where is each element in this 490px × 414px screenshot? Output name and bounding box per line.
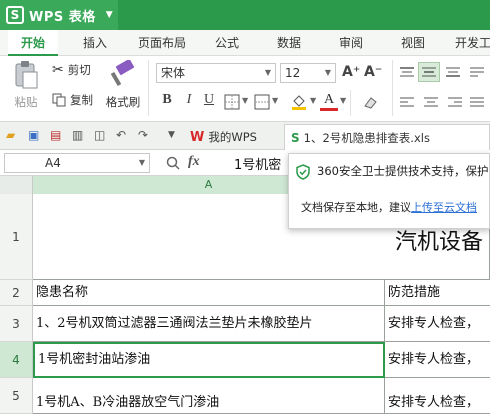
print-preview-icon[interactable]: ◫ <box>94 128 105 142</box>
popup-message: 360安全卫士提供技术支持，保护 <box>317 164 489 178</box>
menu-bar: 开始 插入 页面布局 公式 数据 审阅 视图 开发工 <box>0 30 490 56</box>
tab-review[interactable]: 审阅 <box>328 30 374 56</box>
font-name-select[interactable]: 宋体 ▼ <box>156 63 276 83</box>
font-name-value: 宋体 <box>161 66 186 80</box>
undo-icon[interactable]: ↶ <box>116 128 126 142</box>
tab-document-label: 1、2号机隐患排查表.xls <box>303 130 430 145</box>
align-middle-button[interactable] <box>418 62 440 82</box>
upload-cloud-link[interactable]: 上传至云文档 <box>411 201 477 214</box>
app-menu-button[interactable]: S WPS 表格 ▼ <box>0 0 118 30</box>
align-bottom-icon[interactable] <box>444 66 462 80</box>
wrap-text-icon[interactable] <box>468 66 486 80</box>
cell-a2[interactable]: 隐患名称 <box>33 280 385 306</box>
row-header-1[interactable]: 1 <box>0 194 33 280</box>
row-header-2[interactable]: 2 <box>0 280 33 306</box>
chevron-down-icon[interactable]: ▼ <box>272 96 278 105</box>
redo-icon[interactable]: ↷ <box>138 128 148 142</box>
scissors-icon: ✂ <box>52 62 64 78</box>
ribbon-divider <box>148 60 149 116</box>
popup-cloud-hint: 文档保存至本地，建议上传至云文档 <box>301 199 477 215</box>
cell-a3[interactable]: 1、2号机双筒过滤器三通阀法兰垫片未橡胶垫片 <box>33 306 385 342</box>
tab-insert[interactable]: 插入 <box>72 30 118 56</box>
cell-b5[interactable]: 安排专人检查， <box>385 378 490 414</box>
font-size-select[interactable]: 12 ▼ <box>280 63 336 83</box>
cell-a4-active[interactable]: 1号机密封油站渗油 <box>33 342 385 378</box>
chevron-down-icon: ▼ <box>264 68 271 77</box>
align-left-icon[interactable] <box>398 96 416 110</box>
chevron-down-icon[interactable]: ▼ <box>340 96 346 105</box>
row-header-5[interactable]: 5 <box>0 378 33 414</box>
chevron-down-icon: ▼ <box>138 158 145 167</box>
cell-b3[interactable]: 安排专人检查， <box>385 306 490 342</box>
save-icon[interactable]: ▣ <box>28 128 39 142</box>
bold-button[interactable]: B <box>158 92 176 108</box>
cell-b2[interactable]: 防范措施 <box>385 280 490 306</box>
ribbon-divider <box>350 90 351 116</box>
fill-color-icon[interactable] <box>290 93 308 111</box>
formula-input[interactable]: 1号机密 <box>234 154 281 173</box>
align-right-icon[interactable] <box>446 96 464 110</box>
underline-button[interactable]: U <box>200 92 218 108</box>
italic-button[interactable]: I <box>180 92 198 108</box>
font-color-button[interactable]: A <box>320 92 338 111</box>
print-icon[interactable]: ▥ <box>72 128 83 142</box>
format-painter-button[interactable]: 格式刷 <box>104 60 142 116</box>
merge-cells-icon[interactable] <box>254 94 270 110</box>
app-title: WPS 表格 <box>29 9 96 25</box>
export-pdf-icon[interactable]: ▤ <box>50 128 61 142</box>
ribbon-divider <box>392 60 393 116</box>
popup-hint-text: 文档保存至本地，建议 <box>301 201 411 214</box>
chevron-down-icon: ▼ <box>105 10 113 20</box>
chevron-down-icon[interactable]: ▼ <box>242 96 248 105</box>
tab-developer[interactable]: 开发工 <box>448 30 490 56</box>
format-painter-icon <box>111 60 135 87</box>
tab-view[interactable]: 视图 <box>390 30 436 56</box>
font-grow-button[interactable]: A⁺ <box>342 64 360 80</box>
tab-page-layout[interactable]: 页面布局 <box>132 30 192 56</box>
quick-access-bar: ▰ ▣ ▤ ▥ ◫ ↶ ↷ ▼ W 我的WPS S 1、2号机隐患排查表.xls <box>0 122 490 150</box>
row-header-4[interactable]: 4 <box>0 342 33 378</box>
cell-b4[interactable]: 安排专人检查， <box>385 342 490 378</box>
notification-popup: 360安全卫士提供技术支持，保护 文档保存至本地，建议上传至云文档 <box>288 153 490 229</box>
cut-button[interactable]: ✂ 剪切 <box>52 62 91 78</box>
font-shrink-button[interactable]: A⁻ <box>364 64 382 80</box>
wps-w-logo-icon: W <box>190 129 205 145</box>
tab-document[interactable]: S 1、2号机隐患排查表.xls <box>284 124 490 150</box>
align-center-icon[interactable] <box>422 96 440 110</box>
align-top-icon[interactable] <box>398 66 416 80</box>
paste-label: 粘贴 <box>14 95 38 109</box>
chevron-down-icon[interactable]: ▼ <box>310 96 316 105</box>
name-box[interactable]: A4 ▼ <box>4 153 150 173</box>
font-size-value: 12 <box>285 66 301 80</box>
shield-check-icon <box>296 164 310 180</box>
tab-data[interactable]: 数据 <box>266 30 312 56</box>
ribbon: 粘贴 ✂ 剪切 复制 格式刷 宋体 ▼ 12 ▼ A⁺ A⁻ B I U ▼ ▼… <box>0 56 490 122</box>
chevron-down-icon: ▼ <box>324 68 331 77</box>
cut-label: 剪切 <box>67 63 91 77</box>
select-all-corner[interactable] <box>0 176 33 194</box>
clear-format-icon[interactable] <box>362 94 378 110</box>
copy-button[interactable]: 复制 <box>52 92 93 108</box>
row-header-3[interactable]: 3 <box>0 306 33 342</box>
format-painter-label: 格式刷 <box>105 95 141 109</box>
wps-logo-icon: S <box>6 6 24 24</box>
tab-my-wps[interactable]: W 我的WPS <box>184 124 263 150</box>
copy-icon <box>52 93 66 107</box>
spreadsheet-file-icon: S <box>291 130 300 145</box>
align-middle-icon <box>422 67 436 77</box>
cell-ref-value: A4 <box>45 156 61 170</box>
open-folder-icon[interactable]: ▰ <box>6 128 15 142</box>
borders-icon[interactable] <box>224 94 240 110</box>
function-button[interactable]: fx <box>188 154 200 170</box>
tab-my-wps-label: 我的WPS <box>208 130 257 144</box>
chevron-down-icon[interactable]: ▼ <box>168 130 175 140</box>
copy-label: 复制 <box>70 93 93 107</box>
paste-button[interactable]: 粘贴 <box>6 60 46 116</box>
zoom-icon[interactable] <box>166 156 180 170</box>
tab-formulas[interactable]: 公式 <box>204 30 250 56</box>
cell-a5[interactable]: 1号机A、B冷油器放空气门渗油 <box>33 378 385 414</box>
justify-icon[interactable] <box>468 96 486 110</box>
tab-home[interactable]: 开始 <box>8 30 58 56</box>
paste-icon <box>15 61 38 89</box>
